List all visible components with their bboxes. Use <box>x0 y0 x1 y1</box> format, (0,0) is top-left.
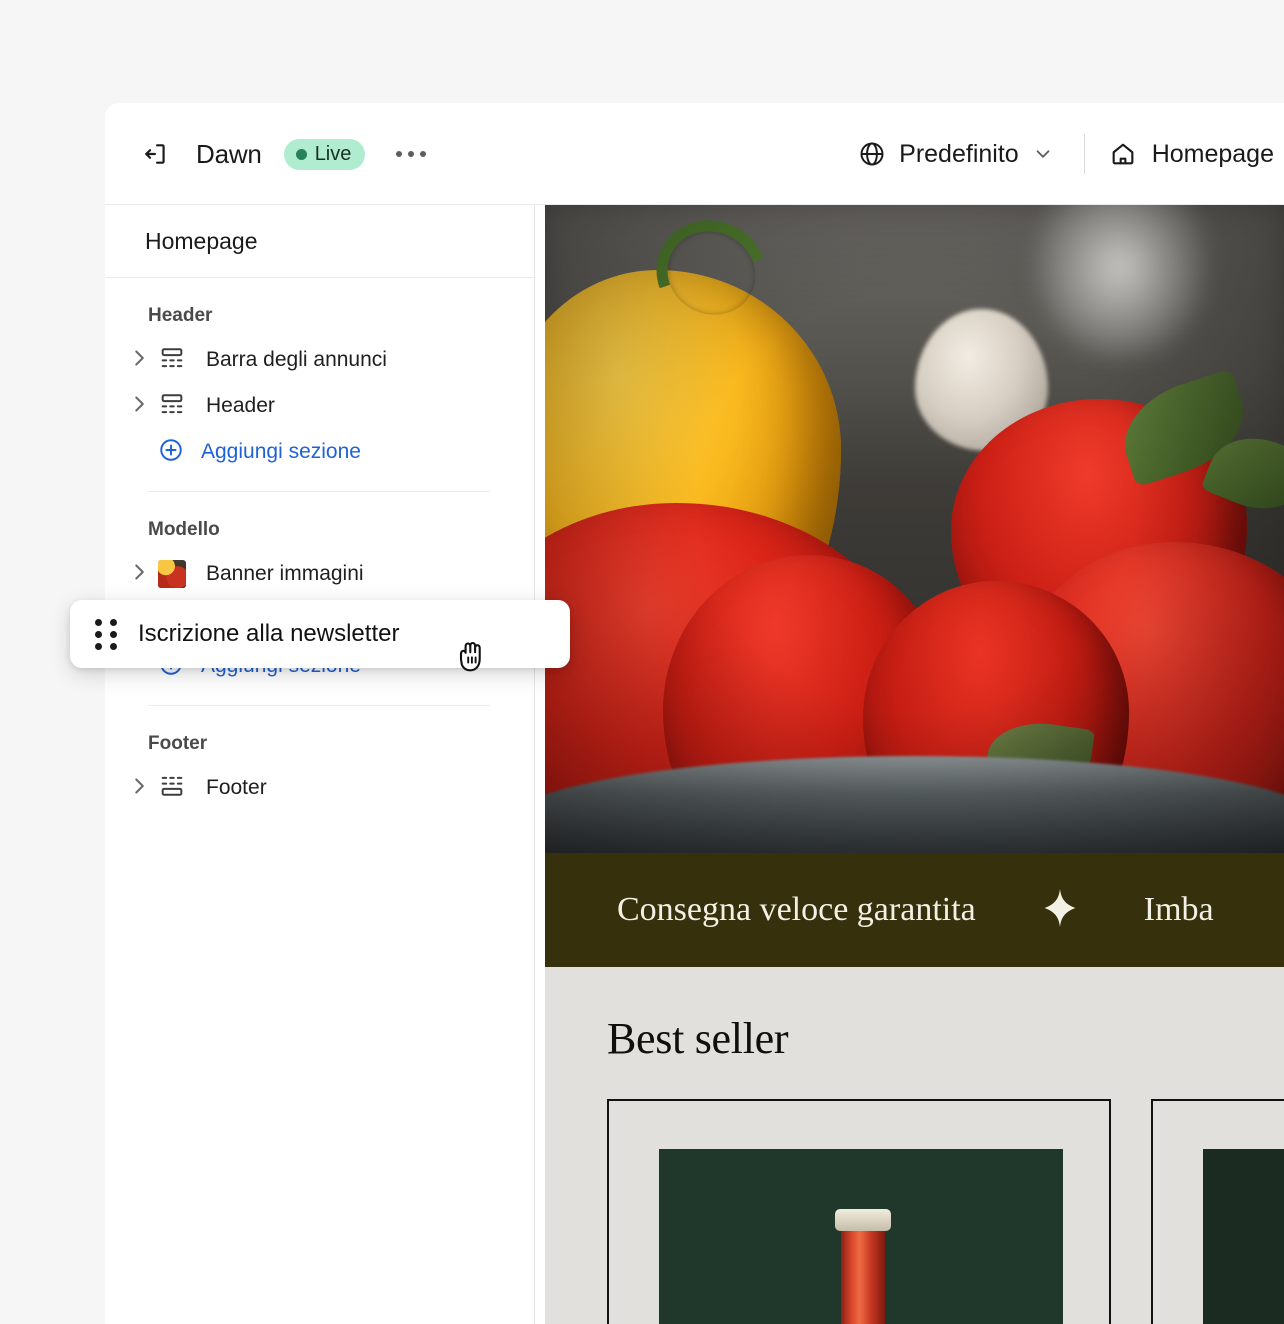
locale-selector[interactable]: Predefinito <box>852 133 1060 176</box>
sidebar-item-banner-immagini[interactable]: Banner immagini <box>105 551 534 597</box>
group-label-footer: Footer <box>148 733 208 754</box>
section-icon <box>152 344 186 377</box>
page-title: Homepage <box>145 227 258 254</box>
sidebar-item-label: Footer <box>206 776 267 799</box>
drag-handle-icon[interactable] <box>95 618 117 650</box>
sidebar-item-label: Banner immagini <box>206 562 364 585</box>
theme-editor-window: Dawn Live Predefinito Homepage Homepage … <box>105 103 1284 1324</box>
hero-image-banner[interactable] <box>545 205 1284 853</box>
editor-topbar: Dawn Live Predefinito Homepage <box>105 103 1284 205</box>
add-section-button-header[interactable]: Aggiungi sezione <box>105 429 534 475</box>
chevron-right-icon[interactable] <box>126 391 152 422</box>
section-icon <box>152 390 186 423</box>
best-seller-section[interactable]: Best seller <box>545 967 1284 1324</box>
sidebar-item-label: Header <box>206 394 275 417</box>
shop-title: Dawn <box>196 138 262 169</box>
section-heading: Best seller <box>607 1014 789 1063</box>
chevron-right-icon[interactable] <box>126 773 152 804</box>
section-thumbnail-banner <box>158 560 186 588</box>
status-badge-label: Live <box>314 142 352 165</box>
plus-circle-icon <box>158 437 184 468</box>
dragging-section-card[interactable]: Iscrizione alla newsletter <box>70 600 570 672</box>
footer-section-icon <box>152 772 186 805</box>
sidebar-group-header: Header Barra degli annunci Header Aggiun… <box>105 278 534 492</box>
sidebar-group-footer: Footer Footer <box>105 706 534 811</box>
topbar-right-group: Predefinito Homepage <box>852 103 1284 205</box>
topbar-left-group: Dawn Live <box>143 103 435 205</box>
globe-icon <box>858 140 886 168</box>
sections-sidebar: Homepage Header Barra degli annunci Head… <box>105 205 535 1324</box>
ellipsis-icon[interactable] <box>387 136 435 172</box>
hero-vignette <box>545 205 1284 853</box>
status-badge: Live <box>283 138 366 170</box>
announcement-marquee[interactable]: Consegna veloce garantita Imba <box>545 853 1284 967</box>
page-selector[interactable]: Homepage <box>1109 140 1284 169</box>
grabbing-hand-cursor <box>452 636 494 678</box>
product-image <box>1203 1149 1284 1324</box>
page-selector-label: Homepage <box>1151 139 1274 168</box>
dragging-section-label: Iscrizione alla newsletter <box>138 620 400 647</box>
sidebar-item-footer[interactable]: Footer <box>105 765 534 811</box>
theme-preview-pane[interactable]: Consegna veloce garantita Imba Best sell… <box>545 205 1284 1324</box>
locale-label: Predefinito <box>899 139 1019 168</box>
add-section-label: Aggiungi sezione <box>201 440 361 463</box>
sidebar-item-label: Barra degli annunci <box>206 348 387 371</box>
marquee-item: Consegna veloce garantita <box>617 891 976 928</box>
status-dot-icon <box>295 148 307 160</box>
chevron-right-icon[interactable] <box>126 345 152 376</box>
product-card-list <box>607 1099 1284 1324</box>
sparkle-icon <box>1038 886 1082 935</box>
sidebar-item-barra-degli-annunci[interactable]: Barra degli annunci <box>105 337 534 383</box>
topbar-divider <box>1083 134 1085 174</box>
product-image <box>659 1149 1063 1324</box>
exit-icon[interactable] <box>143 141 169 167</box>
chevron-down-icon <box>1032 143 1054 165</box>
home-icon <box>1109 140 1137 168</box>
product-card[interactable] <box>607 1099 1111 1324</box>
group-label-modello: Modello <box>148 519 220 540</box>
marquee-item: Imba <box>1143 891 1214 928</box>
sidebar-header: Homepage <box>105 205 534 278</box>
group-label-header: Header <box>148 305 213 326</box>
product-card[interactable] <box>1151 1099 1284 1324</box>
chevron-right-icon[interactable] <box>126 559 152 590</box>
sidebar-item-header[interactable]: Header <box>105 383 534 429</box>
